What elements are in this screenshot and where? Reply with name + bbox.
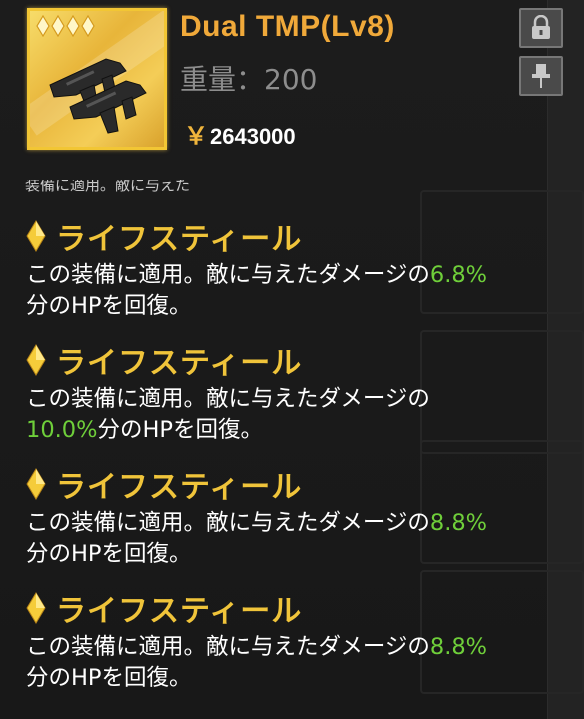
skill-desc-text: この装備に適用。敵に与えたダメージの [26, 510, 430, 536]
item-weight: 重量：200 [180, 63, 318, 96]
item-detail-panel: Dual TMP(Lv8) 重量：200 ￥2643000 装備に適用。敵に与え… [0, 0, 584, 719]
skill-diamond-icon [26, 220, 46, 252]
skill-diamond-icon [26, 592, 46, 624]
skill-name: ライフスティール [56, 594, 303, 629]
rarity-diamond-icon [36, 15, 50, 37]
skill-header: ライフスティール [26, 464, 574, 505]
clipped-text: 装備に適用。敵に与えた [25, 180, 191, 192]
skill-header: ライフスティール [26, 216, 574, 257]
skill-desc-text: この装備に適用。敵に与えたダメージの [26, 386, 430, 412]
smg-weapon-icon [49, 58, 147, 134]
skill-percent: 8.8% [429, 510, 488, 536]
skill-diamond-icon [26, 468, 46, 500]
skill-desc-text: 分のHPを回復。 [97, 417, 263, 443]
skill-percent: 8.8% [429, 634, 488, 660]
skill-description: この装備に適用。敵に与えたダメージの6.8% 分のHPを回復。 [26, 260, 574, 322]
skill-desc-text: この装備に適用。敵に与えたダメージの [26, 634, 430, 660]
skill-percent: 10.0% [26, 417, 98, 443]
skill-block: ライフスティール この装備に適用。敵に与えたダメージの8.8% 分のHPを回復。 [26, 464, 574, 570]
skill-header: ライフスティール [26, 340, 574, 381]
skill-name: ライフスティール [56, 222, 303, 257]
skill-description: この装備に適用。敵に与えたダメージの 10.0%分のHPを回復。 [26, 384, 574, 446]
skill-desc-text: この装備に適用。敵に与えたダメージの [26, 262, 430, 288]
skill-desc-text: 分のHPを回復。 [26, 293, 192, 319]
skill-description: この装備に適用。敵に与えたダメージの8.8% 分のHPを回復。 [26, 632, 574, 694]
rarity-diamond-icon [81, 15, 95, 37]
skill-name: ライフスティール [56, 470, 303, 505]
price-value: 2643000 [210, 124, 296, 149]
item-price: ￥2643000 [184, 116, 296, 151]
skill-desc-text: 分のHPを回復。 [26, 541, 192, 567]
lock-icon [532, 15, 550, 39]
skill-percent: 6.8% [429, 262, 488, 288]
skill-description: この装備に適用。敵に与えたダメージの8.8% 分のHPを回復。 [26, 508, 574, 570]
skill-header: ライフスティール [26, 588, 574, 629]
item-title: Dual TMP(Lv8) [180, 10, 395, 43]
skill-diamond-icon [26, 344, 46, 376]
skill-block: ライフスティール この装備に適用。敵に与えたダメージの8.8% 分のHPを回復。 [26, 588, 574, 694]
rarity-diamond-icon [66, 15, 80, 37]
yen-symbol: ￥ [184, 123, 208, 150]
rarity-stars [36, 15, 95, 37]
lock-button[interactable] [519, 8, 563, 48]
pin-button[interactable] [519, 56, 563, 96]
skill-name: ライフスティール [56, 346, 303, 381]
skill-block: ライフスティール この装備に適用。敵に与えたダメージの 10.0%分のHPを回復… [26, 340, 574, 446]
skill-desc-text: 分のHPを回復。 [26, 665, 192, 691]
pin-icon [532, 64, 550, 88]
rarity-diamond-icon [51, 15, 65, 37]
item-thumbnail [27, 8, 167, 150]
skill-block: ライフスティール この装備に適用。敵に与えたダメージの6.8% 分のHPを回復。 [26, 216, 574, 322]
